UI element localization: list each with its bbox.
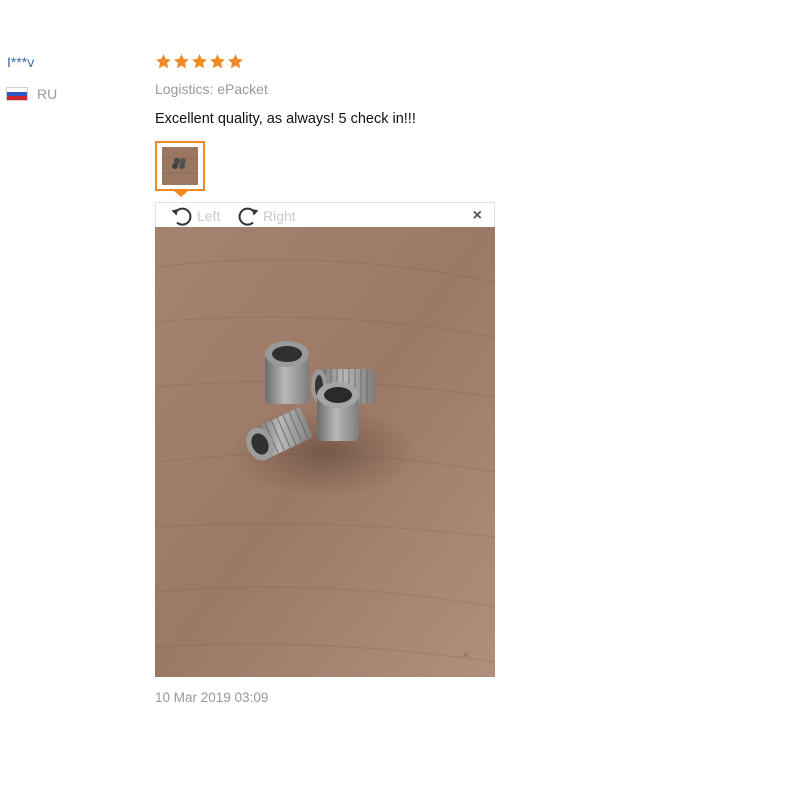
star-icon bbox=[174, 54, 189, 69]
star-icon bbox=[228, 54, 243, 69]
reviewer-country: RU bbox=[6, 86, 57, 102]
star-icon bbox=[156, 54, 171, 69]
review-text: Excellent quality, as always! 5 check in… bbox=[155, 111, 416, 127]
rotate-right-icon bbox=[238, 207, 259, 226]
thumbnail-pointer bbox=[174, 191, 188, 197]
star-icon bbox=[192, 54, 207, 69]
rotate-left-button[interactable]: Left bbox=[169, 204, 220, 228]
logistics-info: Logistics: ePacket bbox=[155, 81, 268, 97]
review-photo-thumbnail[interactable] bbox=[155, 141, 205, 191]
review-photo: × bbox=[155, 227, 495, 677]
rotate-left-label: Left bbox=[197, 208, 221, 224]
close-icon[interactable]: × bbox=[473, 206, 482, 226]
star-rating bbox=[155, 53, 244, 70]
star-icon bbox=[210, 54, 225, 69]
country-code: RU bbox=[37, 86, 58, 102]
russia-flag-icon bbox=[6, 87, 28, 101]
rotate-right-label: Right bbox=[263, 208, 296, 224]
svg-text:×: × bbox=[462, 647, 470, 662]
review-date: 10 Mar 2019 03:09 bbox=[155, 690, 269, 705]
image-viewer-toolbar: Left Right × bbox=[155, 202, 495, 228]
reviewer-name: I***v bbox=[7, 54, 35, 70]
thumbnail-image bbox=[162, 147, 198, 185]
rotate-left-icon bbox=[171, 207, 192, 226]
rotate-right-button[interactable]: Right bbox=[235, 204, 296, 228]
